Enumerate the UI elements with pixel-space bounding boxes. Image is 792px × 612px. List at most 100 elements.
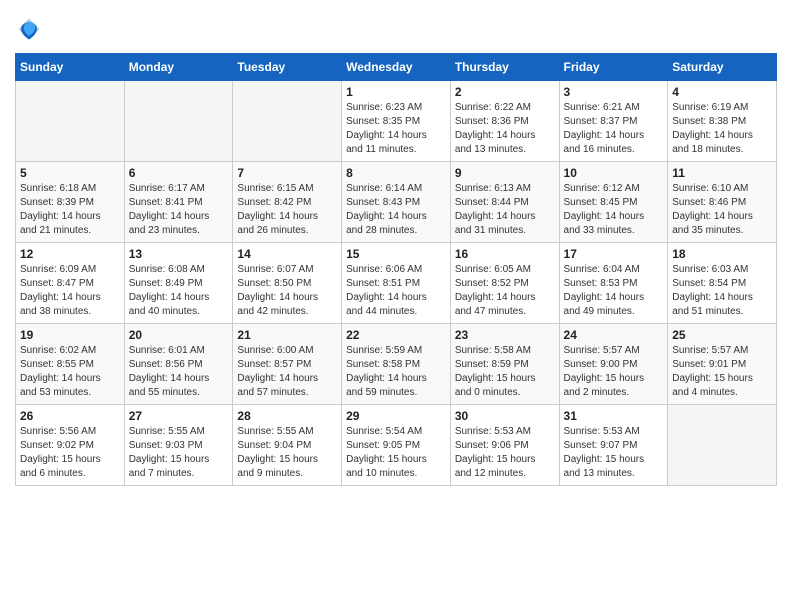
day-number: 30 (455, 409, 555, 423)
calendar-cell: 29 Sunrise: 5:54 AM Sunset: 9:05 PM Dayli… (342, 405, 451, 486)
calendar-cell: 23 Sunrise: 5:58 AM Sunset: 8:59 PM Dayli… (450, 324, 559, 405)
calendar-cell: 6 Sunrise: 6:17 AM Sunset: 8:41 PM Daylig… (124, 162, 233, 243)
calendar-cell: 27 Sunrise: 5:55 AM Sunset: 9:03 PM Dayli… (124, 405, 233, 486)
calendar-cell: 1 Sunrise: 6:23 AM Sunset: 8:35 PM Daylig… (342, 81, 451, 162)
calendar-cell: 18 Sunrise: 6:03 AM Sunset: 8:54 PM Dayli… (668, 243, 777, 324)
calendar-day-header: Wednesday (342, 54, 451, 81)
calendar-cell: 19 Sunrise: 6:02 AM Sunset: 8:55 PM Dayli… (16, 324, 125, 405)
day-number: 5 (20, 166, 120, 180)
day-number: 18 (672, 247, 772, 261)
calendar-week-row: 1 Sunrise: 6:23 AM Sunset: 8:35 PM Daylig… (16, 81, 777, 162)
page-header (15, 15, 777, 43)
day-number: 27 (129, 409, 229, 423)
day-info: Sunrise: 6:21 AM Sunset: 8:37 PM Dayligh… (564, 101, 664, 157)
calendar-week-row: 12 Sunrise: 6:09 AM Sunset: 8:47 PM Dayli… (16, 243, 777, 324)
day-info: Sunrise: 6:22 AM Sunset: 8:36 PM Dayligh… (455, 101, 555, 157)
day-number: 31 (564, 409, 664, 423)
calendar-day-header: Sunday (16, 54, 125, 81)
day-info: Sunrise: 6:09 AM Sunset: 8:47 PM Dayligh… (20, 263, 120, 319)
calendar-week-row: 19 Sunrise: 6:02 AM Sunset: 8:55 PM Dayli… (16, 324, 777, 405)
day-info: Sunrise: 6:10 AM Sunset: 8:46 PM Dayligh… (672, 182, 772, 238)
day-number: 4 (672, 85, 772, 99)
calendar-week-row: 26 Sunrise: 5:56 AM Sunset: 9:02 PM Dayli… (16, 405, 777, 486)
day-number: 20 (129, 328, 229, 342)
day-info: Sunrise: 5:59 AM Sunset: 8:58 PM Dayligh… (346, 344, 446, 400)
calendar-cell: 5 Sunrise: 6:18 AM Sunset: 8:39 PM Daylig… (16, 162, 125, 243)
day-number: 24 (564, 328, 664, 342)
day-info: Sunrise: 6:17 AM Sunset: 8:41 PM Dayligh… (129, 182, 229, 238)
calendar-cell: 20 Sunrise: 6:01 AM Sunset: 8:56 PM Dayli… (124, 324, 233, 405)
day-number: 23 (455, 328, 555, 342)
day-info: Sunrise: 6:02 AM Sunset: 8:55 PM Dayligh… (20, 344, 120, 400)
calendar-cell: 4 Sunrise: 6:19 AM Sunset: 8:38 PM Daylig… (668, 81, 777, 162)
day-number: 22 (346, 328, 446, 342)
day-info: Sunrise: 6:06 AM Sunset: 8:51 PM Dayligh… (346, 263, 446, 319)
day-info: Sunrise: 6:23 AM Sunset: 8:35 PM Dayligh… (346, 101, 446, 157)
calendar-cell: 22 Sunrise: 5:59 AM Sunset: 8:58 PM Dayli… (342, 324, 451, 405)
day-number: 3 (564, 85, 664, 99)
day-info: Sunrise: 6:18 AM Sunset: 8:39 PM Dayligh… (20, 182, 120, 238)
calendar-cell: 8Sunrise: 6:14 AM Sunset: 8:43 PM Daylig… (342, 162, 451, 243)
day-info: Sunrise: 6:05 AM Sunset: 8:52 PM Dayligh… (455, 263, 555, 319)
day-info: Sunrise: 5:55 AM Sunset: 9:03 PM Dayligh… (129, 425, 229, 481)
logo (15, 15, 47, 43)
calendar-cell: 31Sunrise: 5:53 AM Sunset: 9:07 PM Dayli… (559, 405, 668, 486)
day-info: Sunrise: 5:58 AM Sunset: 8:59 PM Dayligh… (455, 344, 555, 400)
calendar-cell: 21 Sunrise: 6:00 AM Sunset: 8:57 PM Dayli… (233, 324, 342, 405)
calendar-day-header: Thursday (450, 54, 559, 81)
calendar-day-header: Tuesday (233, 54, 342, 81)
day-number: 25 (672, 328, 772, 342)
calendar-cell: 28 Sunrise: 5:55 AM Sunset: 9:04 PM Dayli… (233, 405, 342, 486)
day-number: 7 (237, 166, 337, 180)
day-number: 14 (237, 247, 337, 261)
day-number: 16 (455, 247, 555, 261)
day-info: Sunrise: 6:14 AM Sunset: 8:43 PM Dayligh… (346, 182, 446, 238)
calendar-day-header: Saturday (668, 54, 777, 81)
day-info: Sunrise: 6:04 AM Sunset: 8:53 PM Dayligh… (564, 263, 664, 319)
calendar-cell: 3 Sunrise: 6:21 AM Sunset: 8:37 PM Daylig… (559, 81, 668, 162)
day-info: Sunrise: 6:19 AM Sunset: 8:38 PM Dayligh… (672, 101, 772, 157)
day-number: 11 (672, 166, 772, 180)
day-number: 21 (237, 328, 337, 342)
calendar-cell (668, 405, 777, 486)
day-info: Sunrise: 6:03 AM Sunset: 8:54 PM Dayligh… (672, 263, 772, 319)
day-number: 6 (129, 166, 229, 180)
day-number: 19 (20, 328, 120, 342)
calendar-cell: 17 Sunrise: 6:04 AM Sunset: 8:53 PM Dayli… (559, 243, 668, 324)
header-row: SundayMondayTuesdayWednesdayThursdayFrid… (16, 54, 777, 81)
calendar-body: 1 Sunrise: 6:23 AM Sunset: 8:35 PM Daylig… (16, 81, 777, 486)
day-info: Sunrise: 6:07 AM Sunset: 8:50 PM Dayligh… (237, 263, 337, 319)
day-number: 29 (346, 409, 446, 423)
calendar-cell: 15 Sunrise: 6:06 AM Sunset: 8:51 PM Dayli… (342, 243, 451, 324)
day-info: Sunrise: 6:00 AM Sunset: 8:57 PM Dayligh… (237, 344, 337, 400)
day-info: Sunrise: 6:01 AM Sunset: 8:56 PM Dayligh… (129, 344, 229, 400)
day-info: Sunrise: 6:15 AM Sunset: 8:42 PM Dayligh… (237, 182, 337, 238)
day-info: Sunrise: 5:55 AM Sunset: 9:04 PM Dayligh… (237, 425, 337, 481)
day-info: Sunrise: 5:57 AM Sunset: 9:01 PM Dayligh… (672, 344, 772, 400)
day-number: 15 (346, 247, 446, 261)
calendar-cell: 26 Sunrise: 5:56 AM Sunset: 9:02 PM Dayli… (16, 405, 125, 486)
calendar-cell: 24 Sunrise: 5:57 AM Sunset: 9:00 PM Dayli… (559, 324, 668, 405)
day-number: 1 (346, 85, 446, 99)
day-number: 26 (20, 409, 120, 423)
day-info: Sunrise: 6:08 AM Sunset: 8:49 PM Dayligh… (129, 263, 229, 319)
logo-icon (15, 15, 43, 43)
day-number: 28 (237, 409, 337, 423)
calendar-cell (124, 81, 233, 162)
day-info: Sunrise: 5:56 AM Sunset: 9:02 PM Dayligh… (20, 425, 120, 481)
day-number: 12 (20, 247, 120, 261)
day-number: 17 (564, 247, 664, 261)
day-info: Sunrise: 5:57 AM Sunset: 9:00 PM Dayligh… (564, 344, 664, 400)
calendar-day-header: Monday (124, 54, 233, 81)
day-number: 9 (455, 166, 555, 180)
day-info: Sunrise: 5:53 AM Sunset: 9:06 PM Dayligh… (455, 425, 555, 481)
calendar-cell: 30 Sunrise: 5:53 AM Sunset: 9:06 PM Dayli… (450, 405, 559, 486)
calendar-week-row: 5 Sunrise: 6:18 AM Sunset: 8:39 PM Daylig… (16, 162, 777, 243)
calendar-cell: 10Sunrise: 6:12 AM Sunset: 8:45 PM Dayli… (559, 162, 668, 243)
calendar-table: SundayMondayTuesdayWednesdayThursdayFrid… (15, 53, 777, 486)
calendar-cell: 13Sunrise: 6:08 AM Sunset: 8:49 PM Dayli… (124, 243, 233, 324)
calendar-cell: 16 Sunrise: 6:05 AM Sunset: 8:52 PM Dayli… (450, 243, 559, 324)
day-info: Sunrise: 6:13 AM Sunset: 8:44 PM Dayligh… (455, 182, 555, 238)
day-number: 2 (455, 85, 555, 99)
day-info: Sunrise: 5:54 AM Sunset: 9:05 PM Dayligh… (346, 425, 446, 481)
